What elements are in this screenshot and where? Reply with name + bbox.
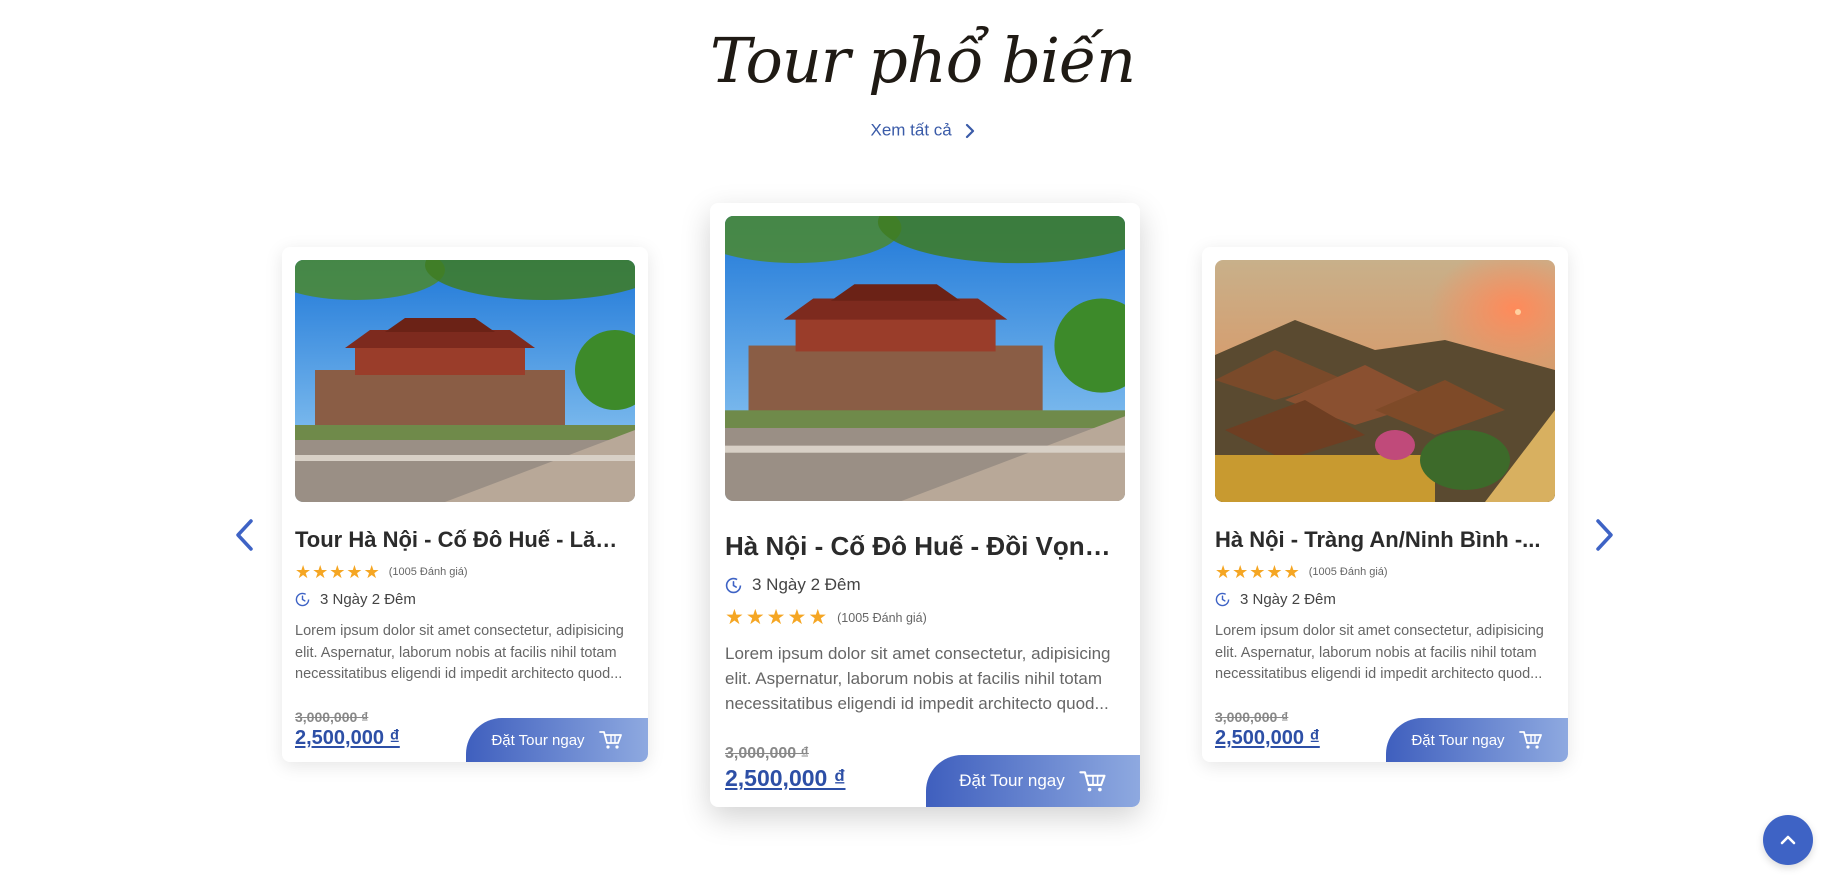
book-tour-button[interactable]: Đặt Tour ngay <box>466 718 648 762</box>
tour-description: Lorem ipsum dolor sit amet consectetur, … <box>295 623 624 682</box>
star-icon: ★ <box>312 562 329 582</box>
rating: ★ ★ ★ ★ ★ (1005 Đánh giá) <box>295 563 468 581</box>
book-tour-label: Đặt Tour ngay <box>1411 731 1505 749</box>
sale-price: 2,500,000 ₫ <box>295 727 400 749</box>
star-icon: ★ <box>1232 562 1249 582</box>
tour-title[interactable]: Hà Nội - Cố Đô Huế - Đồi Vọng... <box>725 531 1115 562</box>
view-all-link[interactable]: Xem tất cả <box>0 120 1845 141</box>
star-icon: ★ <box>787 606 807 629</box>
duration-text: 3 Ngày 2 Đêm <box>1240 591 1336 608</box>
review-count: (1005 Đánh giá) <box>837 610 927 625</box>
tour-image[interactable] <box>295 260 635 502</box>
old-price: 3,000,000 ₫ <box>725 745 809 762</box>
review-count: (1005 Đánh giá) <box>1308 566 1388 578</box>
sale-price: 2,500,000 ₫ <box>725 765 846 791</box>
book-tour-label: Đặt Tour ngay <box>491 731 585 749</box>
star-icon: ★ <box>808 606 828 629</box>
hue-gate-image <box>725 216 1125 501</box>
star-icon: ★ <box>766 606 786 629</box>
hue-gate-image <box>295 260 635 502</box>
old-price: 3,000,000 ₫ <box>295 709 369 725</box>
tour-card[interactable]: Hà Nội - Tràng An/Ninh Bình -... ★ ★ ★ ★ ★ (… <box>1202 247 1568 762</box>
old-price: 3,000,000 ₫ <box>1215 709 1289 725</box>
clock-icon <box>295 592 310 607</box>
tour-title[interactable]: Hà Nội - Tràng An/Ninh Bình -... <box>1215 527 1545 553</box>
duration-text: 3 Ngày 2 Đêm <box>752 575 861 594</box>
tour-description: Lorem ipsum dolor sit amet consectetur, … <box>725 644 1111 713</box>
back-to-top-button[interactable] <box>1763 815 1813 865</box>
star-icon: ★ <box>725 606 744 629</box>
rating: ★ ★ ★ ★ ★ (1005 Đánh giá) <box>1215 563 1388 581</box>
star-icon: ★ <box>745 606 765 629</box>
carousel-prev-button[interactable] <box>229 515 259 555</box>
tour-card-featured[interactable]: Hà Nội - Cố Đô Huế - Đồi Vọng... 3 Ngày … <box>710 203 1140 807</box>
tour-image[interactable] <box>725 216 1125 501</box>
clock-icon <box>1215 592 1230 607</box>
clock-icon <box>725 577 742 593</box>
tour-title[interactable]: Tour Hà Nội - Cố Đô Huế - Lăn... <box>295 527 625 553</box>
tour-duration: 3 Ngày 2 Đêm <box>295 591 416 608</box>
tour-duration: 3 Ngày 2 Đêm <box>1215 591 1336 608</box>
chevron-right-icon <box>1596 519 1613 551</box>
chevron-left-icon <box>236 519 253 551</box>
book-tour-button[interactable]: Đặt Tour ngay <box>926 755 1140 807</box>
star-icon: ★ <box>295 562 312 582</box>
chevron-up-icon <box>1780 835 1796 845</box>
hoi-an-image <box>1215 260 1555 502</box>
cart-icon <box>1079 770 1106 791</box>
tour-card[interactable]: Tour Hà Nội - Cố Đô Huế - Lăn... ★ ★ ★ ★ ★ (… <box>282 247 648 762</box>
section-title: Tour phổ biến <box>710 24 1136 97</box>
star-icon: ★ <box>346 562 363 582</box>
star-icon: ★ <box>1249 562 1266 582</box>
star-icon: ★ <box>1215 562 1232 582</box>
cart-icon <box>1518 731 1542 749</box>
book-tour-label: Đặt Tour ngay <box>959 771 1065 790</box>
tour-description: Lorem ipsum dolor sit amet consectetur, … <box>1215 623 1544 682</box>
cart-icon <box>598 731 622 749</box>
duration-text: 3 Ngày 2 Đêm <box>320 591 416 608</box>
rating: ★ ★ ★ ★ ★ (1005 Đánh giá) <box>725 607 927 628</box>
star-icon: ★ <box>363 562 380 582</box>
book-tour-button[interactable]: Đặt Tour ngay <box>1386 718 1568 762</box>
carousel-next-button[interactable] <box>1590 515 1620 555</box>
chevron-right-icon <box>965 123 974 138</box>
review-count: (1005 Đánh giá) <box>388 566 468 578</box>
star-icon: ★ <box>1266 562 1283 582</box>
tour-duration: 3 Ngày 2 Đêm <box>725 575 861 595</box>
star-icon: ★ <box>1283 562 1300 582</box>
view-all-label: Xem tất cả <box>870 120 952 140</box>
sale-price: 2,500,000 ₫ <box>1215 727 1320 749</box>
star-icon: ★ <box>329 562 346 582</box>
tour-image[interactable] <box>1215 260 1555 502</box>
